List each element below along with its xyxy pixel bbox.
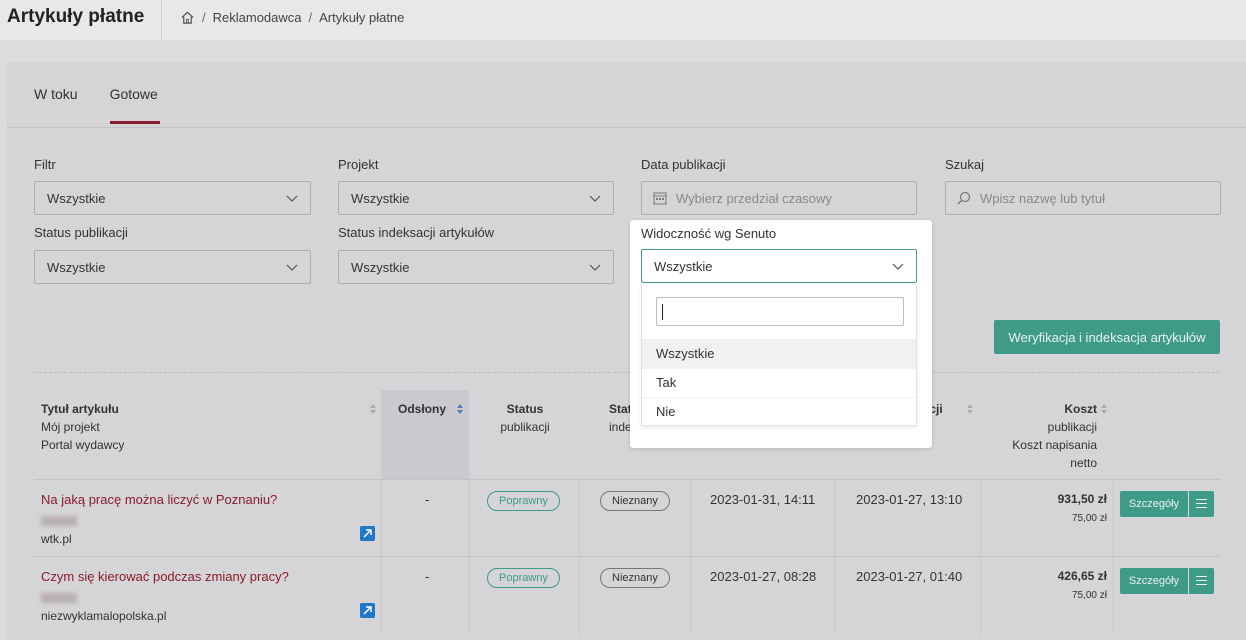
- project-name-blurred: [41, 516, 77, 526]
- option-nie[interactable]: Nie: [642, 397, 916, 426]
- header-title-label: Tytuł artykułu: [41, 402, 119, 416]
- sort-icon[interactable]: [369, 403, 377, 415]
- top-bar: Artykuły płatne / Reklamodawca / Artykuł…: [0, 0, 1246, 40]
- status-indeksacji-value: Wszystkie: [351, 260, 410, 275]
- publication-cost: 931,50 zł: [1057, 492, 1107, 506]
- header-views-label: Odsłony: [398, 402, 447, 416]
- status-badge: Poprawny: [487, 568, 560, 588]
- status-indeksacji-select[interactable]: Wszystkie: [338, 250, 614, 284]
- senuto-dropdown-list: Wszystkie Tak Nie: [641, 284, 917, 426]
- writing-cost: 75,00 zł: [1071, 590, 1107, 601]
- index-status-badge: Nieznany: [600, 491, 670, 511]
- option-wszystkie[interactable]: Wszystkie: [642, 339, 916, 368]
- header-cost[interactable]: Koszt publikacji Koszt napisania netto: [997, 400, 1097, 472]
- status-publikacji-select[interactable]: Wszystkie: [34, 250, 311, 284]
- verify-index-button[interactable]: Weryfikacja i indeksacja artykułów: [994, 320, 1220, 354]
- header-divider: [161, 0, 162, 40]
- search-input[interactable]: Wpisz nazwę lub tytuł: [945, 181, 1221, 215]
- publication-cost: 426,65 zł: [1057, 569, 1107, 583]
- second-date: 2023-01-27, 13:10: [856, 492, 963, 507]
- index-status-badge: Nieznany: [600, 568, 670, 588]
- external-link-icon[interactable]: [360, 603, 375, 618]
- publication-date: 2023-01-31, 14:11: [710, 492, 816, 507]
- date-range-placeholder: Wybierz przedział czasowy: [676, 191, 832, 206]
- header-views[interactable]: Odsłony: [398, 400, 446, 418]
- external-link-icon[interactable]: [360, 526, 375, 541]
- details-button[interactable]: Szczegóły: [1120, 568, 1188, 594]
- second-date: 2023-01-27, 01:40: [856, 569, 963, 584]
- breadcrumb-separator: /: [308, 10, 313, 25]
- article-title-link[interactable]: Czym się kierować podczas zmiany pracy?: [41, 569, 289, 584]
- text-cursor: [662, 304, 663, 320]
- row-menu-button[interactable]: [1189, 568, 1214, 594]
- breadcrumb-item-reklamodawca[interactable]: Reklamodawca: [213, 10, 302, 25]
- option-tak[interactable]: Tak: [642, 368, 916, 397]
- writing-cost: 75,00 zł: [1071, 513, 1107, 524]
- tabs-divider: [7, 127, 1246, 128]
- chevron-down-icon: [286, 195, 298, 202]
- status-publikacji-value: Wszystkie: [47, 260, 106, 275]
- chevron-down-icon: [589, 195, 601, 202]
- header-title[interactable]: Tytuł artykułu Mój projekt Portal wydawc…: [41, 400, 124, 454]
- filtr-label: Filtr: [34, 157, 56, 172]
- date-range-input[interactable]: Wybierz przedział czasowy: [641, 181, 917, 215]
- tabs: W toku Gotowe: [34, 86, 190, 124]
- chevron-down-icon: [892, 263, 904, 270]
- portal-name: wtk.pl: [41, 532, 72, 546]
- publication-date: 2023-01-27, 08:28: [710, 569, 817, 584]
- header-cost-line3: Koszt napisania: [1012, 438, 1097, 452]
- header-status-pub[interactable]: Status publikacji: [492, 400, 558, 436]
- status-badge: Poprawny: [487, 491, 560, 511]
- header-cost-line4: netto: [1070, 456, 1097, 470]
- chevron-down-icon: [286, 264, 298, 271]
- sort-icon[interactable]: [966, 403, 974, 415]
- projekt-label: Projekt: [338, 157, 379, 172]
- home-icon[interactable]: [180, 10, 195, 25]
- calendar-icon: [653, 192, 667, 205]
- breadcrumb: / Reklamodawca / Artykuły płatne: [180, 10, 404, 25]
- header-project-label: Mój projekt: [41, 420, 100, 434]
- tab-gotowe[interactable]: Gotowe: [109, 86, 160, 124]
- main-card: W toku Gotowe Filtr Wszystkie Projekt Ws…: [7, 63, 1246, 640]
- views-value: -: [425, 569, 430, 584]
- sort-icon[interactable]: [1100, 403, 1108, 415]
- sort-active-icon[interactable]: [456, 403, 464, 415]
- project-name-blurred: [41, 593, 77, 603]
- portal-name: niezwyklamalopolska.pl: [41, 609, 167, 623]
- header-cost-line1: Koszt: [1064, 402, 1097, 416]
- header-status-idx-line1: Stat: [609, 402, 632, 416]
- tab-w-toku[interactable]: W toku: [34, 86, 78, 124]
- details-button[interactable]: Szczegóły: [1120, 491, 1188, 517]
- dashed-divider: [34, 372, 1220, 373]
- row-menu-button[interactable]: [1189, 491, 1214, 517]
- page-title: Artykuły płatne: [7, 6, 145, 27]
- senuto-value: Wszystkie: [654, 259, 713, 274]
- projekt-select[interactable]: Wszystkie: [338, 181, 614, 215]
- header-status-pub-line1: Status: [506, 402, 544, 416]
- table-row: Na jaką pracę można liczyć w Poznaniu? w…: [34, 479, 1220, 558]
- senuto-select[interactable]: Wszystkie: [641, 249, 917, 283]
- breadcrumb-separator: /: [202, 10, 206, 25]
- projekt-value: Wszystkie: [351, 191, 410, 206]
- search-icon: [957, 191, 971, 205]
- search-placeholder: Wpisz nazwę lub tytuł: [980, 191, 1105, 206]
- header-portal-label: Portal wydawcy: [41, 438, 125, 452]
- header-status-pub-line2: publikacji: [500, 420, 550, 434]
- szukaj-label: Szukaj: [945, 157, 985, 172]
- header-cost-line2: publikacji: [1047, 420, 1097, 434]
- filtr-select[interactable]: Wszystkie: [34, 181, 311, 215]
- views-value: -: [425, 492, 430, 507]
- table-row: Czym się kierować podczas zmiany pracy? …: [34, 556, 1220, 635]
- breadcrumb-item-current: Artykuły płatne: [319, 10, 405, 25]
- filtr-value: Wszystkie: [47, 191, 106, 206]
- status-indeksacji-label: Status indeksacji artykułów: [338, 225, 495, 240]
- data-publikacji-label: Data publikacji: [641, 157, 726, 172]
- chevron-down-icon: [589, 264, 601, 271]
- dropdown-search-input[interactable]: [656, 297, 904, 326]
- senuto-label: Widoczność wg Senuto: [641, 226, 777, 241]
- article-title-link[interactable]: Na jaką pracę można liczyć w Poznaniu?: [41, 492, 277, 507]
- status-publikacji-label: Status publikacji: [34, 225, 128, 240]
